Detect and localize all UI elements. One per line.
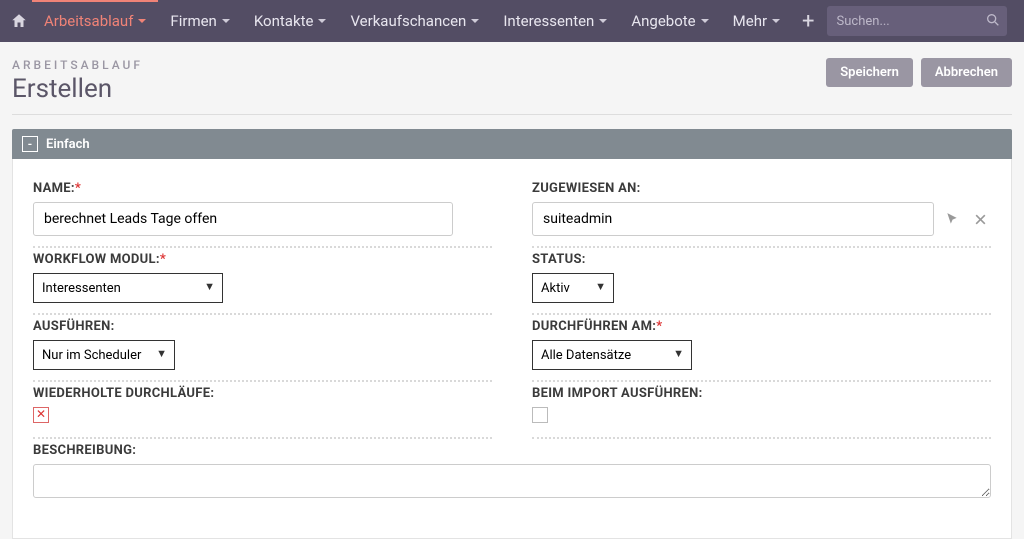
search-icon[interactable] [985,12,1001,32]
nav-label: Firmen [170,12,216,30]
assigned-to-clear-button[interactable] [970,209,990,229]
home-button[interactable] [10,3,28,39]
plus-icon: + [802,9,814,34]
label-description: BESCHREIBUNG: [33,443,991,458]
repeated-runs-checkbox[interactable] [33,407,49,423]
page-header: ARBEITSABLAUF Erstellen Speichern Abbrec… [12,58,1012,115]
nav-item-kontakte[interactable]: Kontakte [242,0,339,42]
cursor-icon [945,212,959,226]
run-on-select[interactable]: Alle Datensätze [532,340,692,370]
chevron-down-icon [701,19,709,23]
field-name: NAME:* [33,181,492,248]
field-run-on-import: BEIM IMPORT AUSFÜHREN: [532,386,991,439]
label-run-on-import: BEIM IMPORT AUSFÜHREN: [532,386,991,401]
assigned-to-row [532,202,991,236]
label-assigned-to: ZUGEWIESEN AN: [532,181,991,196]
panel-collapse-toggle[interactable]: - [22,136,38,152]
cancel-button[interactable]: Abbrechen [921,58,1012,87]
chevron-down-icon [222,19,230,23]
page-heading: ARBEITSABLAUF Erstellen [12,58,143,104]
form-grid: NAME:* ZUGEWIESEN AN: WORKFLOW MODUL:* [33,181,991,516]
field-description: BESCHREIBUNG: [33,443,991,512]
nav-item-mehr[interactable]: Mehr [721,0,792,42]
chevron-down-icon [772,19,780,23]
nav-item-arbeitsablauf[interactable]: Arbeitsablauf [32,0,158,41]
workflow-module-select[interactable]: Interessenten [33,273,223,303]
search-wrap [827,6,1007,36]
description-textarea[interactable] [33,464,991,498]
assigned-to-input[interactable] [532,202,934,236]
label-status: STATUS: [532,252,991,267]
field-run-on: DURCHFÜHREN AM:* Alle Datensätze [532,319,991,382]
label-run-on: DURCHFÜHREN AM:* [532,319,991,334]
header-actions: Speichern Abbrechen [826,58,1012,87]
page: ARBEITSABLAUF Erstellen Speichern Abbrec… [0,42,1024,539]
nav-label: Kontakte [254,12,314,30]
chevron-down-icon [599,19,607,23]
label-name: NAME:* [33,181,492,196]
nav-label: Verkaufschancen [350,12,466,30]
close-icon [974,213,987,226]
nav-label: Angebote [631,12,695,30]
nav-items: Arbeitsablauf Firmen Kontakte Verkaufsch… [32,0,792,42]
run-on-import-checkbox[interactable] [532,407,548,423]
nav-label: Arbeitsablauf [44,12,133,30]
page-title: Erstellen [12,74,143,104]
chevron-down-icon [138,19,146,23]
nav-item-angebote[interactable]: Angebote [619,0,720,42]
breadcrumb: ARBEITSABLAUF [12,58,143,72]
nav-right [819,6,1024,36]
field-status: STATUS: Aktiv [532,252,991,315]
label-workflow-module: WORKFLOW MODUL:* [33,252,492,267]
field-workflow-module: WORKFLOW MODUL:* Interessenten [33,252,492,315]
field-assigned-to: ZUGEWIESEN AN: [532,181,991,248]
quick-create-button[interactable]: + [802,6,814,36]
chevron-down-icon [471,19,479,23]
home-icon [10,12,28,30]
panel-title: Einfach [46,137,90,152]
nav-label: Interessenten [503,12,594,30]
top-nav: Arbeitsablauf Firmen Kontakte Verkaufsch… [0,0,1024,42]
nav-item-interessenten[interactable]: Interessenten [491,0,619,42]
nav-label: Mehr [733,12,767,30]
search-input[interactable] [827,6,1007,36]
nav-item-firmen[interactable]: Firmen [158,0,241,42]
save-button[interactable]: Speichern [826,58,913,87]
panel-body: NAME:* ZUGEWIESEN AN: WORKFLOW MODUL:* [12,159,1012,539]
chevron-down-icon [318,19,326,23]
field-run: AUSFÜHREN: Nur im Scheduler [33,319,492,382]
run-select[interactable]: Nur im Scheduler [33,340,175,370]
label-run: AUSFÜHREN: [33,319,492,334]
assigned-to-select-button[interactable] [942,209,962,229]
status-select[interactable]: Aktiv [532,273,614,303]
notifications-button[interactable] [1021,10,1024,32]
name-input[interactable] [33,202,453,236]
panel-header: - Einfach [12,129,1012,159]
field-repeated-runs: WIEDERHOLTE DURCHLÄUFE: [33,386,492,439]
label-repeated-runs: WIEDERHOLTE DURCHLÄUFE: [33,386,492,401]
nav-item-verkaufschancen[interactable]: Verkaufschancen [338,0,491,42]
